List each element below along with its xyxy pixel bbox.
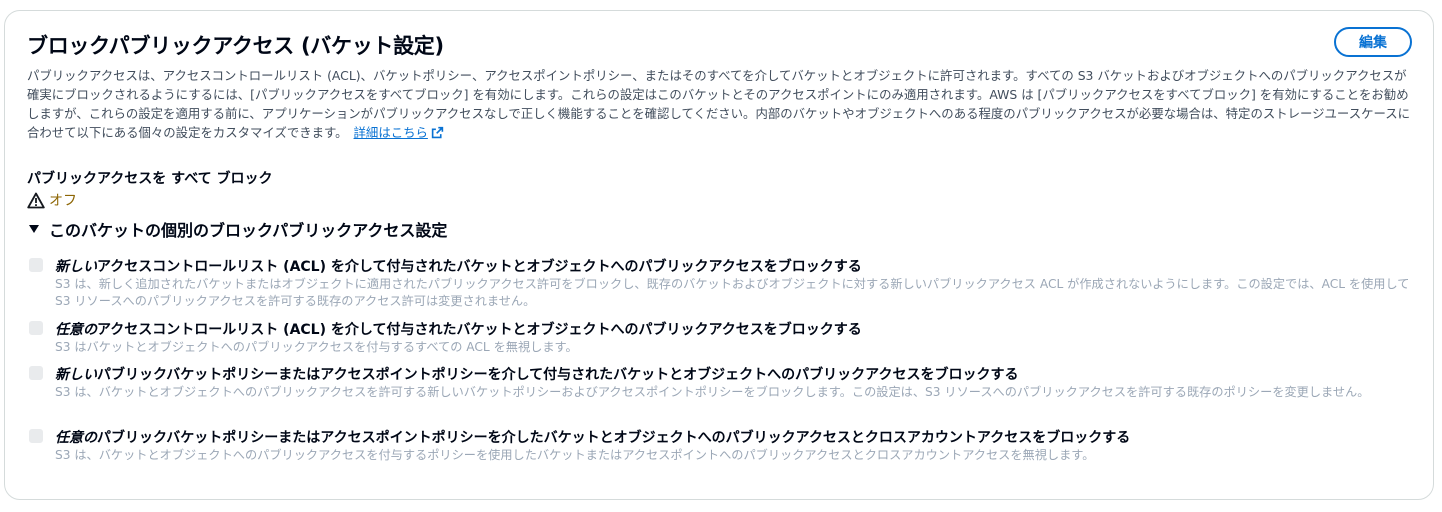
caret-down-icon bbox=[29, 225, 39, 233]
option-description: S3 はバケットとオブジェクトへのパブリックアクセスを付与するすべての ACL … bbox=[55, 340, 578, 354]
individual-settings-toggle[interactable]: このバケットの個別のブロックパブリックアクセス設定 bbox=[29, 217, 447, 241]
option-checkbox[interactable] bbox=[29, 366, 43, 380]
block-all-status: オフ bbox=[27, 190, 77, 210]
option-label: 任意のアクセスコントロールリスト (ACL) を介して付与されたバケットとオブジ… bbox=[55, 322, 862, 338]
option-checkbox[interactable] bbox=[29, 258, 43, 272]
individual-settings-title: このバケットの個別のブロックパブリックアクセス設定 bbox=[49, 221, 448, 240]
option-description: S3 は、バケットとオブジェクトへのパブリックアクセスを許可する新しいバケットポ… bbox=[55, 385, 1370, 399]
option-label: 任意のパブリックバケットポリシーまたはアクセスポイントポリシーを介したバケットと… bbox=[55, 430, 1131, 446]
page-title: ブロックパブリックアクセス (バケット設定) bbox=[27, 34, 444, 58]
learn-more-link[interactable]: 詳細はこちら bbox=[354, 125, 444, 140]
option-description: S3 は、新しく追加されたバケットまたはオブジェクトに適用されたパブリックアクセ… bbox=[55, 277, 1410, 308]
option-checkbox[interactable] bbox=[29, 321, 43, 335]
option-label: 新しいパブリックバケットポリシーまたはアクセスポイントポリシーを介して付与された… bbox=[55, 367, 1019, 383]
learn-more-link-label: 詳細はこちら bbox=[353, 125, 428, 140]
edit-button[interactable]: 編集 bbox=[1334, 27, 1412, 57]
warning-icon bbox=[27, 192, 45, 208]
description-text: パブリックアクセスは、アクセスコントロールリスト (ACL)、バケットポリシー、… bbox=[27, 68, 1411, 140]
block-public-access-panel: ブロックパブリックアクセス (バケット設定) 編集 パブリックアクセスは、アクセ… bbox=[4, 10, 1434, 500]
status-text: オフ bbox=[49, 193, 77, 209]
block-all-label: パブリックアクセスを すべて ブロック bbox=[27, 171, 273, 187]
description: パブリックアクセスは、アクセスコントロールリスト (ACL)、バケットポリシー、… bbox=[27, 66, 1417, 142]
option-label: 新しいアクセスコントロールリスト (ACL) を介して付与されたバケットとオブジ… bbox=[55, 259, 862, 275]
option-description: S3 は、バケットとオブジェクトへのパブリックアクセスを付与するポリシーを使用し… bbox=[55, 448, 1095, 462]
option-checkbox[interactable] bbox=[29, 429, 43, 443]
external-link-icon bbox=[431, 126, 444, 139]
